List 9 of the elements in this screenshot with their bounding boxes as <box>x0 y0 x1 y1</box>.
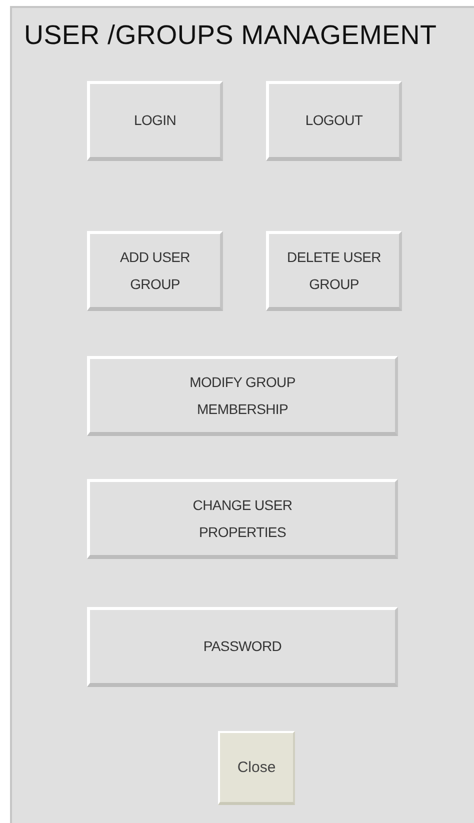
panel-title: USER /GROUPS MANAGEMENT <box>24 20 437 51</box>
close-button[interactable]: Close <box>218 731 295 805</box>
action-button[interactable]: LOGIN <box>87 81 223 161</box>
action-button[interactable]: ADD USER GROUP <box>87 231 223 311</box>
action-button[interactable]: DELETE USER GROUP <box>266 231 402 311</box>
action-button[interactable]: CHANGE USER PROPERTIES <box>87 479 398 559</box>
action-button[interactable]: LOGOUT <box>266 81 402 161</box>
action-button[interactable]: PASSWORD <box>87 607 398 687</box>
action-button[interactable]: MODIFY GROUP MEMBERSHIP <box>87 356 398 436</box>
